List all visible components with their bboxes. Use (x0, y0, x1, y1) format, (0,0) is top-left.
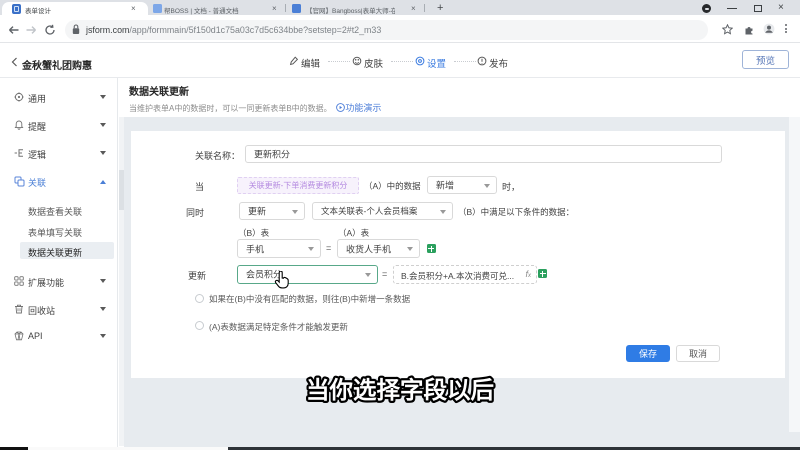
svg-text:当你选择字段以后: 当你选择字段以后 (306, 376, 494, 403)
